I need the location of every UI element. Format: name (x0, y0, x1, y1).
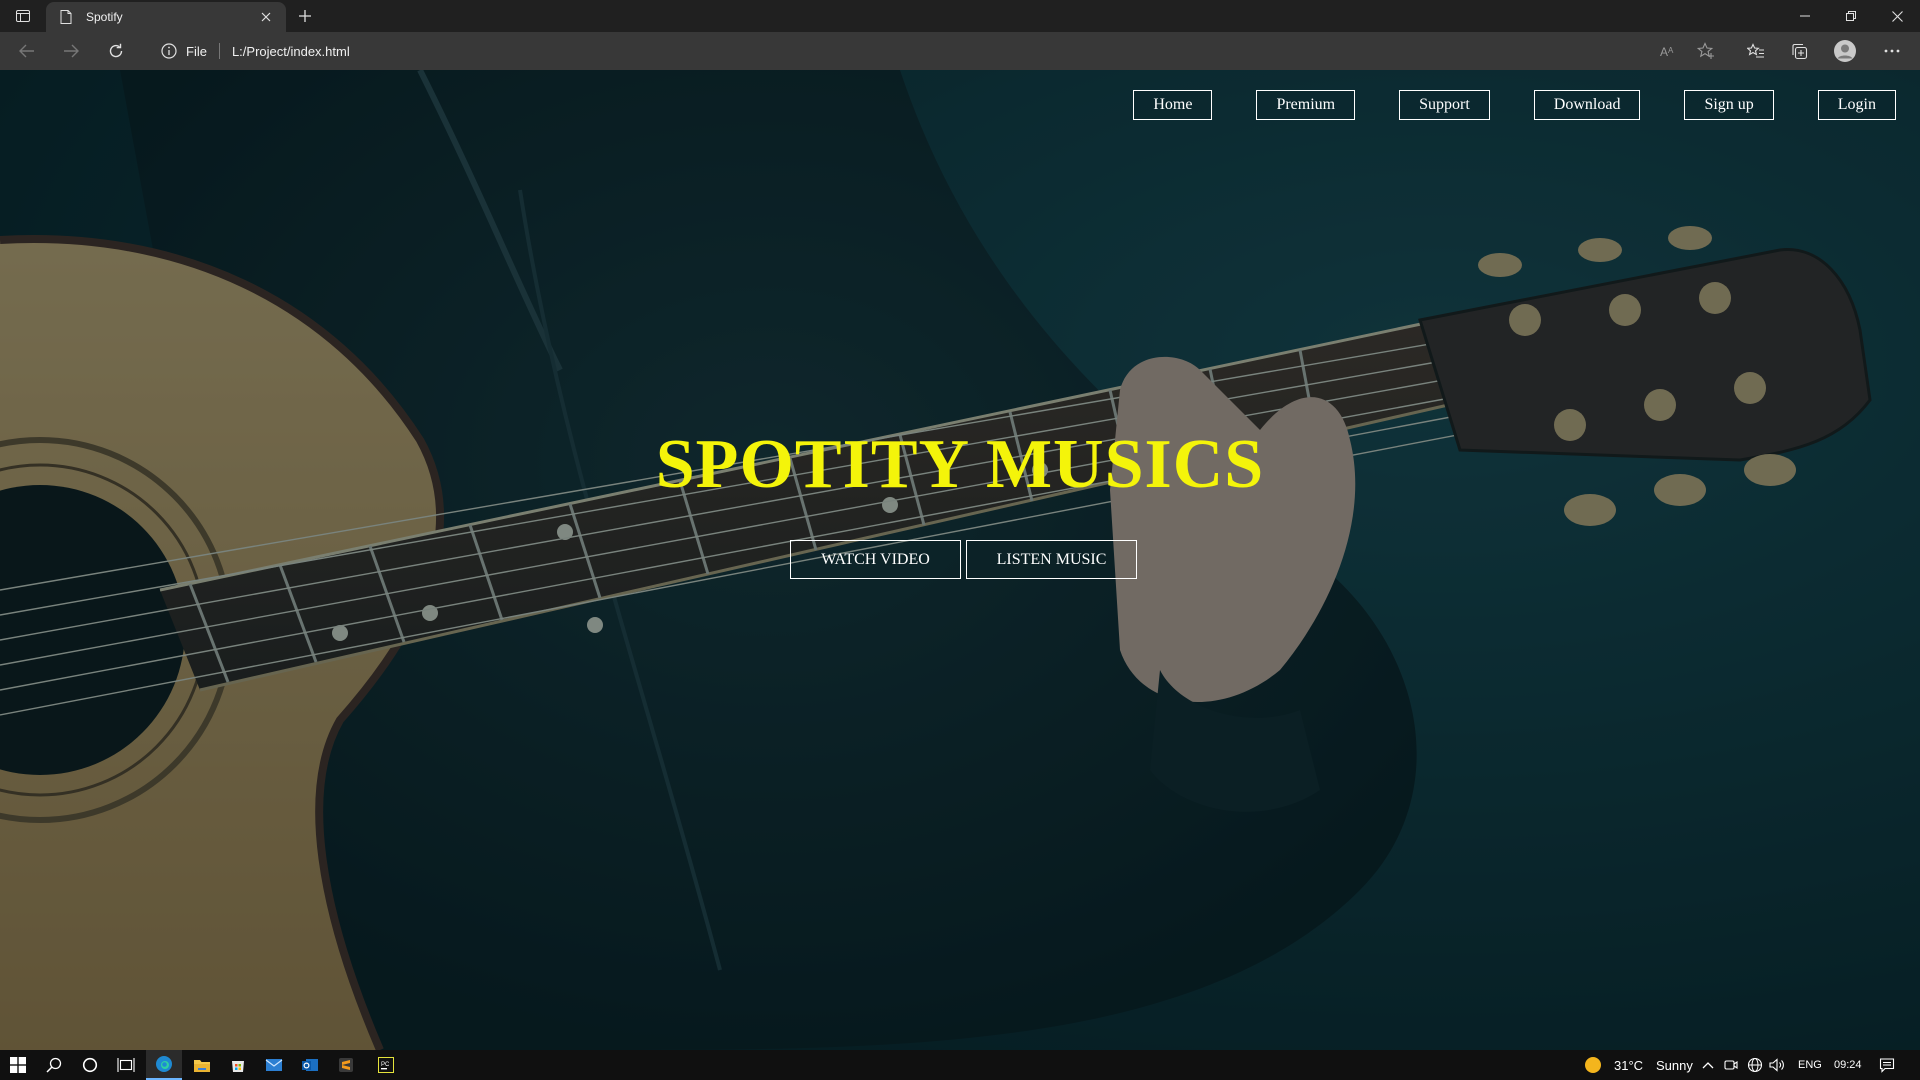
cortana-icon[interactable] (72, 1050, 108, 1080)
weather-temperature[interactable]: 31°C (1614, 1050, 1643, 1080)
file-explorer-icon[interactable] (184, 1050, 220, 1080)
favorites-icon[interactable] (1742, 37, 1770, 65)
browser-tab[interactable]: Spotify (46, 2, 286, 32)
svg-text:PC: PC (381, 1062, 390, 1068)
page-favicon-icon (58, 9, 74, 25)
minimize-button[interactable] (1782, 0, 1828, 32)
listen-music-button[interactable]: LISTEN MUSIC (966, 540, 1137, 579)
search-icon[interactable] (36, 1050, 72, 1080)
network-globe-icon[interactable] (1744, 1050, 1766, 1080)
forward-arrow-icon[interactable] (57, 37, 85, 65)
url-text[interactable]: L:/Project/index.html (232, 44, 350, 59)
omnibox-divider (218, 43, 220, 59)
nav-support-link[interactable]: Support (1399, 90, 1490, 120)
top-navigation: Home Premium Support Download Sign up Lo… (1133, 90, 1896, 120)
input-language-indicator[interactable]: ENG (1798, 1050, 1822, 1080)
new-tab-button[interactable] (292, 4, 318, 28)
url-scheme-label: File (186, 43, 207, 59)
hero-title: SPOTITY MUSICS (655, 426, 1265, 503)
weather-condition[interactable]: Sunny (1656, 1050, 1693, 1080)
windows-taskbar: PC 31°C Sunny ENG 09:24 (0, 1050, 1920, 1080)
watch-video-button[interactable]: WATCH VIDEO (790, 540, 961, 579)
more-menu-icon[interactable] (1878, 37, 1906, 65)
svg-text:A: A (1660, 45, 1668, 58)
collections-icon[interactable] (1785, 37, 1813, 65)
meet-now-icon[interactable] (1720, 1050, 1742, 1080)
add-favorite-icon[interactable] (1692, 37, 1720, 65)
nav-signup-link[interactable]: Sign up (1684, 90, 1774, 120)
nav-home-link[interactable]: Home (1133, 90, 1213, 120)
outlook-icon[interactable] (292, 1050, 328, 1080)
back-arrow-icon[interactable] (13, 37, 41, 65)
task-view-icon[interactable] (108, 1050, 144, 1080)
browser-toolbar: File L:/Project/index.html AA (0, 32, 1920, 70)
read-aloud-icon[interactable]: AA (1655, 37, 1683, 65)
pycharm-icon[interactable]: PC (368, 1050, 404, 1080)
nav-download-link[interactable]: Download (1533, 90, 1641, 120)
mail-icon[interactable] (256, 1050, 292, 1080)
nav-premium-link[interactable]: Premium (1256, 90, 1356, 120)
tab-title: Spotify (86, 10, 123, 24)
show-hidden-icons-chevron-icon[interactable] (1696, 1050, 1720, 1080)
edge-browser-icon[interactable] (146, 1050, 182, 1080)
svg-text:A: A (1668, 46, 1674, 55)
address-bar[interactable]: File L:/Project/index.html (150, 36, 1730, 66)
site-info-icon[interactable] (160, 42, 178, 60)
refresh-icon[interactable] (102, 37, 130, 65)
nav-login-link[interactable]: Login (1817, 90, 1896, 120)
notification-center-icon[interactable] (1872, 1050, 1902, 1080)
volume-speaker-icon[interactable] (1766, 1050, 1788, 1080)
weather-sun-icon[interactable] (1576, 1050, 1610, 1080)
profile-avatar-icon[interactable] (1831, 37, 1859, 65)
sublime-text-icon[interactable] (328, 1050, 364, 1080)
tab-actions-icon[interactable] (8, 4, 38, 28)
restore-button[interactable] (1828, 0, 1874, 32)
hero-button-group: WATCH VIDEO LISTEN MUSIC (0, 540, 1920, 579)
store-icon[interactable] (220, 1050, 256, 1080)
tab-strip: Spotify (0, 0, 1920, 32)
close-window-button[interactable] (1874, 0, 1920, 32)
page-viewport: Home Premium Support Download Sign up Lo… (0, 70, 1920, 1050)
start-menu-icon[interactable] (0, 1050, 36, 1080)
system-clock[interactable]: 09:24 (1834, 1050, 1862, 1080)
close-tab-icon[interactable] (256, 7, 276, 27)
